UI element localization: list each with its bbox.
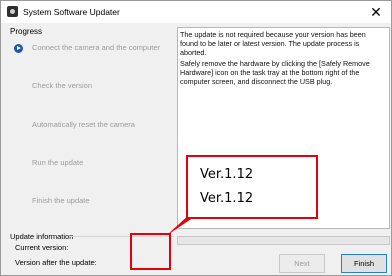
version-highlight-box	[130, 233, 171, 270]
update-info-label: Update information	[10, 232, 74, 241]
next-button[interactable]: Next	[279, 254, 325, 273]
after-update-version-label: Version after the update:	[15, 258, 97, 267]
step-label: Automatically reset the camera	[32, 120, 135, 129]
progress-steps: Connect the camera and the computer Chec…	[6, 35, 174, 227]
current-version-value: Ver.1.12	[200, 167, 254, 182]
update-progress-bar	[177, 236, 390, 245]
current-step-arrow-icon	[14, 44, 23, 53]
title-bar: System Software Updater ✕	[1, 1, 391, 23]
step-label: Connect the camera and the computer	[32, 43, 160, 52]
step-label: Check the version	[32, 81, 93, 90]
message-not-required: The update is not required because your …	[180, 30, 366, 57]
version-callout: Ver.1.12 Ver.1.12	[186, 155, 318, 219]
camera-app-icon	[7, 6, 18, 17]
message-safely-remove: Safely remove the hardware by clicking t…	[180, 59, 370, 86]
step-label: Finish the update	[32, 196, 90, 205]
step-label: Run the update	[32, 158, 84, 167]
window-title: System Software Updater	[23, 7, 120, 17]
after-update-version-value: Ver.1.12	[200, 191, 254, 206]
close-button[interactable]: ✕	[365, 2, 387, 22]
updater-window: System Software Updater ✕ Progress Conne…	[0, 0, 392, 276]
current-version-label: Current version:	[15, 243, 69, 252]
finish-button[interactable]: Finish	[341, 254, 387, 273]
